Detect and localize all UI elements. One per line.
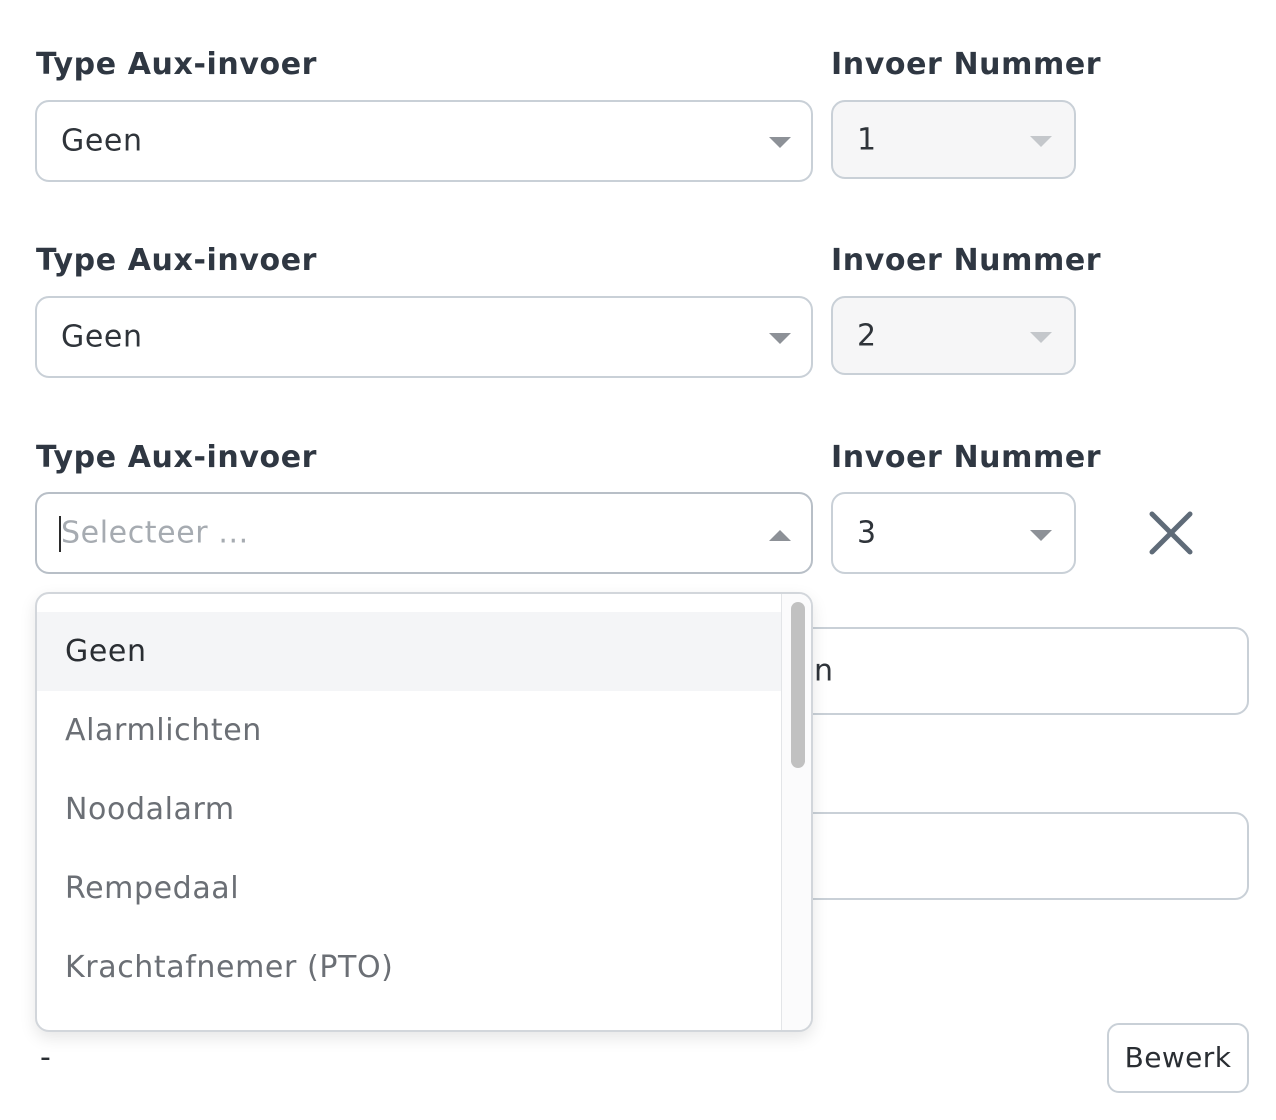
dropdown-scrollbar[interactable]: [781, 594, 811, 1030]
invoer-nummer-select-3-value: 3: [857, 515, 877, 551]
close-icon: [1149, 511, 1193, 555]
type-aux-select-1-value: Geen: [61, 123, 143, 159]
type-aux-label-2: Type Aux-invoer: [36, 243, 318, 278]
invoer-nummer-select-1: 1: [831, 100, 1076, 179]
invoer-nummer-select-3[interactable]: 3: [831, 492, 1076, 574]
chevron-down-icon: [1030, 136, 1052, 147]
empty-value-dash: -: [40, 1040, 51, 1075]
edit-button[interactable]: Bewerk: [1107, 1023, 1249, 1093]
chevron-down-icon: [1030, 530, 1052, 541]
type-aux-dropdown-menu: Geen Alarmlichten Noodalarm Rempedaal Kr…: [35, 592, 813, 1032]
invoer-nummer-select-2-value: 2: [857, 318, 877, 353]
invoer-nummer-select-2: 2: [831, 296, 1076, 375]
dropdown-option-geen[interactable]: Geen: [37, 612, 781, 691]
dropdown-option-rempedaal[interactable]: Rempedaal: [37, 849, 781, 928]
invoer-nummer-select-1-value: 1: [857, 122, 877, 157]
invoer-nummer-label-3: Invoer Nummer: [831, 440, 1102, 475]
type-aux-select-2-value: Geen: [61, 319, 143, 355]
invoer-nummer-label-2: Invoer Nummer: [831, 243, 1102, 278]
dropdown-option-krachtafnemer[interactable]: Krachtafnemer (PTO): [37, 928, 781, 1007]
chevron-down-icon: [769, 137, 791, 148]
chevron-down-icon: [769, 333, 791, 344]
background-text-field-1-value: n: [814, 653, 834, 689]
dropdown-option-alarmlichten[interactable]: Alarmlichten: [37, 691, 781, 770]
type-aux-select-3[interactable]: Selecteer ...: [35, 492, 813, 574]
type-aux-select-2[interactable]: Geen: [35, 296, 813, 378]
remove-row-button[interactable]: [1148, 510, 1194, 556]
dropdown-option-noodalarm[interactable]: Noodalarm: [37, 770, 781, 849]
chevron-up-icon: [769, 530, 791, 541]
type-aux-select-3-placeholder[interactable]: Selecteer ...: [61, 516, 249, 551]
dropdown-scrollbar-thumb[interactable]: [791, 602, 805, 768]
aux-inputs-form: Type Aux-invoer Invoer Nummer Geen 1 Typ…: [0, 0, 1276, 1120]
type-aux-select-1[interactable]: Geen: [35, 100, 813, 182]
type-aux-label-1: Type Aux-invoer: [36, 47, 318, 82]
invoer-nummer-label-1: Invoer Nummer: [831, 47, 1102, 82]
type-aux-label-3: Type Aux-invoer: [36, 440, 318, 475]
chevron-down-icon: [1030, 332, 1052, 343]
